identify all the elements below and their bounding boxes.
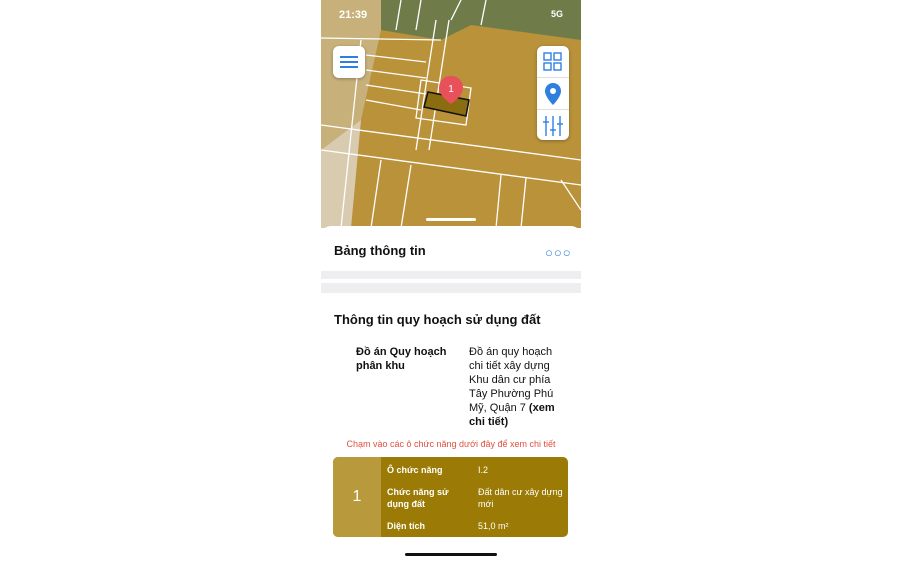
map-tools: [537, 46, 569, 140]
row-value: 51,0 m²: [478, 521, 509, 531]
map-view[interactable]: 1 21:39 5G: [321, 0, 581, 228]
more-dots-icon[interactable]: ○○○: [545, 245, 572, 260]
menu-button[interactable]: [333, 46, 365, 78]
location-pin-icon[interactable]: [537, 78, 569, 109]
row-label: Diện tích: [387, 521, 426, 531]
home-indicator[interactable]: [405, 553, 497, 556]
grid-icon[interactable]: [537, 46, 569, 77]
phone-screen: 1 21:39 5G Bảng thông tin ○○○ Thông tin …: [321, 0, 581, 563]
divider-bar: [321, 271, 581, 293]
status-time: 21:39: [339, 9, 368, 21]
status-network: 5G: [550, 9, 563, 19]
row-label: Chức năng sử dụng đất: [387, 487, 449, 509]
sheet-drag-handle[interactable]: [426, 218, 476, 221]
sliders-icon[interactable]: [537, 110, 569, 141]
lot-index: 1: [333, 457, 381, 537]
project-label: Đồ án Quy hoạch phân khu: [356, 346, 447, 372]
row-label: Ô chức năng: [387, 465, 443, 475]
project-value-block: Đồ án quy hoạch chi tiết xây dựng Khu dâ…: [469, 345, 569, 429]
map-marker-label: 1: [448, 84, 454, 95]
row-value: I.2: [478, 465, 489, 475]
hint-text: Chạm vào các ô chức năng dưới đây để xem…: [346, 439, 556, 449]
info-sheet: Bảng thông tin ○○○ Thông tin quy hoạch s…: [321, 226, 581, 563]
sheet-title: Bảng thông tin: [334, 243, 426, 258]
section-title: Thông tin quy hoạch sử dụng đất: [334, 312, 541, 327]
hamburger-icon: [340, 56, 358, 58]
status-bar: 21:39 5G: [321, 0, 581, 30]
lot-card[interactable]: 1 Ô chức năng I.2 Chức năng sử dụng đất …: [333, 457, 568, 537]
row-value: Đất dân cư xây dựng mới: [478, 487, 563, 509]
